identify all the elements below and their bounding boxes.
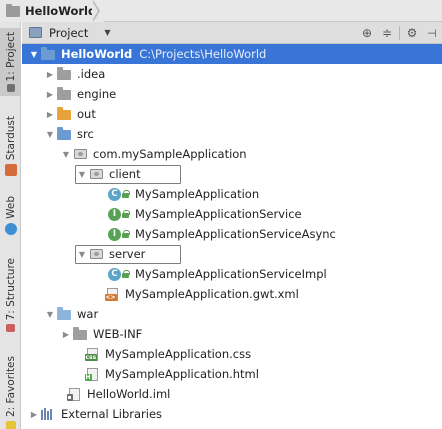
folder-icon	[57, 67, 71, 80]
tool-button-web[interactable]: Web	[0, 196, 21, 242]
tree-row-external-libraries[interactable]: ▶ External Libraries	[22, 404, 442, 424]
xml-file-icon: <>	[104, 287, 118, 301]
tree-row-idea[interactable]: ▶ .idea	[22, 64, 442, 84]
tree-row-interface[interactable]: I MySampleApplicationServiceAsync	[22, 224, 442, 244]
tool-button-favorites[interactable]: 2: Favorites	[0, 356, 21, 429]
tree-row-src[interactable]: ▼ src	[22, 124, 442, 144]
target-icon[interactable]: ⊕	[357, 22, 377, 44]
tree-row-client[interactable]: ▼ client	[22, 164, 442, 184]
star-icon	[5, 421, 16, 429]
breadcrumb-project[interactable]: HelloWorld	[0, 0, 105, 22]
left-tool-stripe: 1: Project Stardust Web 7: Structure 2: …	[0, 22, 21, 429]
stardust-icon	[4, 164, 17, 177]
lock-icon	[122, 210, 130, 218]
tree-row-file[interactable]: ▪ HelloWorld.iml	[22, 384, 442, 404]
project-tool-window-header: Project ▼ ⊕ ≑ ⚙ ⊣	[22, 22, 442, 44]
tool-window-actions: ⊕ ≑ ⚙ ⊣	[357, 22, 442, 44]
interface-icon: I	[108, 227, 121, 241]
libraries-icon	[41, 408, 55, 420]
tool-button-structure[interactable]: 7: Structure	[0, 258, 21, 332]
html-file-icon: H	[84, 367, 98, 381]
tree-row-file[interactable]: H MySampleApplication.html	[22, 364, 442, 384]
project-tree: ▼ HelloWorld C:\Projects\HelloWorld ▶ .i…	[22, 44, 442, 429]
tool-window-title: Project	[49, 25, 89, 40]
project-view-icon	[29, 27, 42, 38]
folder-icon	[73, 327, 87, 340]
module-folder-icon	[41, 47, 55, 60]
expand-arrow-icon[interactable]: ▼	[28, 44, 40, 64]
globe-icon	[4, 222, 17, 235]
lock-icon	[122, 230, 130, 238]
view-selector[interactable]: Project ▼	[22, 26, 111, 40]
folder-icon	[6, 3, 20, 17]
collapse-arrow-icon[interactable]: ▶	[44, 104, 56, 124]
structure-icon	[6, 324, 15, 332]
tree-row-helloworld[interactable]: ▼ HelloWorld C:\Projects\HelloWorld	[22, 44, 442, 64]
excluded-folder-icon	[57, 107, 71, 120]
class-icon: C	[108, 187, 121, 201]
navigation-bar: HelloWorld	[0, 0, 442, 22]
package-icon	[89, 249, 103, 259]
collapse-arrow-icon[interactable]: ▶	[44, 64, 56, 84]
class-icon: C	[108, 267, 121, 281]
tree-row-out[interactable]: ▶ out	[22, 104, 442, 124]
expand-arrow-icon[interactable]: ▼	[76, 164, 88, 184]
source-folder-icon	[57, 127, 71, 140]
tool-button-project[interactable]: 1: Project	[0, 28, 21, 96]
gear-icon[interactable]: ⚙	[402, 22, 422, 44]
web-folder-icon	[57, 307, 71, 320]
lock-icon	[122, 270, 130, 278]
expand-arrow-icon[interactable]: ▼	[60, 144, 72, 164]
tree-row-class[interactable]: C MySampleApplicationServiceImpl	[22, 264, 442, 284]
collapse-arrow-icon[interactable]: ▶	[28, 404, 40, 424]
package-icon	[73, 149, 87, 159]
collapse-all-icon[interactable]: ≑	[377, 22, 397, 44]
tool-button-stardust[interactable]: Stardust	[0, 116, 21, 178]
expand-arrow-icon[interactable]: ▼	[76, 244, 88, 264]
project-path: C:\Projects\HelloWorld	[139, 47, 267, 61]
tree-row-class[interactable]: C MySampleApplication	[22, 184, 442, 204]
iml-file-icon: ▪	[66, 387, 80, 401]
lock-icon	[122, 190, 130, 198]
css-file-icon: css	[84, 347, 98, 361]
folder-icon	[57, 87, 71, 100]
expand-arrow-icon[interactable]: ▼	[44, 304, 56, 324]
collapse-arrow-icon[interactable]: ▶	[44, 84, 56, 104]
hide-icon[interactable]: ⊣	[422, 22, 442, 44]
tree-row-war[interactable]: ▼ war	[22, 304, 442, 324]
interface-icon: I	[108, 207, 121, 221]
expand-arrow-icon[interactable]: ▼	[44, 124, 56, 144]
package-icon	[89, 169, 103, 179]
tree-row-package-root[interactable]: ▼ com.mySampleApplication	[22, 144, 442, 164]
tree-row-file[interactable]: css MySampleApplication.css	[22, 344, 442, 364]
breadcrumb-label: HelloWorld	[25, 4, 97, 18]
tree-row-engine[interactable]: ▶ engine	[22, 84, 442, 104]
tree-row-web-inf[interactable]: ▶ WEB-INF	[22, 324, 442, 344]
tree-row-file[interactable]: <> MySampleApplication.gwt.xml	[22, 284, 442, 304]
tree-row-interface[interactable]: I MySampleApplicationService	[22, 204, 442, 224]
collapse-arrow-icon[interactable]: ▶	[60, 324, 72, 344]
tree-row-server[interactable]: ▼ server	[22, 244, 442, 264]
dropdown-arrow-icon[interactable]: ▼	[104, 28, 110, 37]
project-icon	[6, 84, 15, 93]
